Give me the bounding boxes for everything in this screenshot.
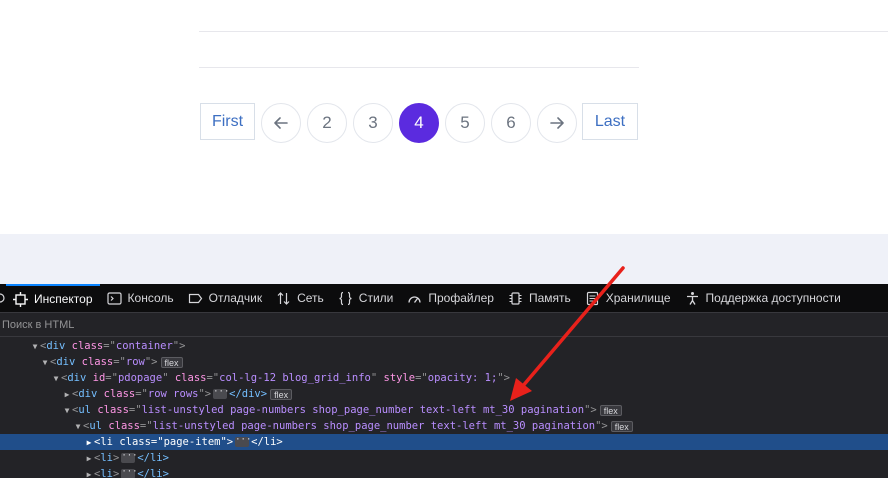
collapse-toggle-icon[interactable]: ▶ (84, 451, 94, 467)
devtools-panel: Инспектор Консоль Отладчик Сеть Стили Пр… (0, 283, 888, 478)
html-search-bar (0, 313, 888, 337)
collapse-toggle-icon[interactable]: ▶ (62, 387, 72, 403)
page-button-3[interactable]: 3 (353, 103, 393, 143)
collapse-toggle-icon[interactable]: ▶ (84, 467, 94, 478)
tab-network[interactable]: Сеть (269, 284, 331, 313)
arrow-left-icon (271, 113, 291, 133)
expand-toggle-icon[interactable]: ▼ (73, 419, 83, 435)
tab-label: Инспектор (34, 292, 93, 306)
html-search-input[interactable] (2, 317, 302, 333)
markup-node[interactable]: ▶ <div class="row rows"> ···</div> flex (0, 386, 888, 402)
flex-badge[interactable]: flex (610, 420, 633, 432)
tab-label: Профайлер (428, 291, 494, 305)
tab-label: Стили (358, 291, 394, 305)
tab-memory[interactable]: Память (501, 284, 578, 313)
tab-style-editor[interactable]: Стили (331, 284, 401, 313)
accessibility-icon (685, 291, 700, 306)
markup-node[interactable]: ▼ <div class="container"> (0, 338, 888, 354)
tab-console[interactable]: Консоль (100, 284, 181, 313)
profiler-icon (407, 291, 422, 306)
markup-node[interactable]: ▶ <li> ···</li> (0, 466, 888, 478)
next-page-button[interactable] (537, 103, 577, 143)
network-icon (276, 291, 291, 306)
tab-inspector[interactable]: Инспектор (6, 283, 100, 313)
page-footer-band (0, 234, 888, 284)
page-button-5[interactable]: 5 (445, 103, 485, 143)
tab-accessibility[interactable]: Поддержка доступности (678, 284, 848, 313)
expand-toggle-icon[interactable]: ▼ (62, 403, 72, 419)
expand-toggle-icon[interactable]: ▼ (30, 339, 40, 355)
markup-node[interactable]: ▼ <div id="pdopage" class="col-lg-12 blog… (0, 370, 888, 386)
devtools-toolbar: Инспектор Консоль Отладчик Сеть Стили Пр… (0, 283, 888, 313)
style-editor-icon (338, 291, 353, 306)
tab-label: Консоль (127, 291, 174, 305)
markup-node[interactable]: ▼ <ul class="list-unstyled page-numbers s… (0, 418, 888, 434)
inspector-icon (13, 291, 28, 307)
memory-icon (508, 291, 523, 306)
divider (199, 67, 639, 68)
ellipsis-icon[interactable]: ··· (121, 468, 138, 478)
tab-label: Хранилище (605, 291, 671, 305)
flex-badge[interactable]: flex (270, 388, 293, 400)
tab-debugger[interactable]: Отладчик (181, 284, 269, 313)
expand-toggle-icon[interactable]: ▼ (51, 371, 61, 387)
divider (199, 31, 888, 32)
flex-badge[interactable]: flex (599, 404, 622, 416)
collapse-toggle-icon[interactable]: ▶ (84, 435, 94, 451)
first-page-button[interactable]: First (200, 103, 255, 140)
page-content: First 2 3 4 5 6 Last (0, 0, 888, 234)
ellipsis-icon[interactable]: ··· (235, 436, 251, 447)
page-button-4-active[interactable]: 4 (399, 103, 439, 143)
expand-toggle-icon[interactable]: ▼ (40, 355, 50, 371)
tab-label: Память (528, 291, 571, 305)
tab-label: Сеть (297, 291, 324, 305)
markup-node-selected[interactable]: ▶ <li class="page-item"> ···</li> (0, 434, 888, 450)
flex-badge[interactable]: flex (160, 356, 183, 368)
tab-label: Отладчик (208, 291, 263, 305)
debugger-icon (188, 291, 203, 306)
prev-page-button[interactable] (261, 103, 301, 143)
markup-tree: ▼ <div class="container"> ▼ <div class="ro… (0, 338, 888, 478)
storage-icon (585, 291, 600, 306)
page-button-2[interactable]: 2 (307, 103, 347, 143)
ellipsis-icon[interactable]: ··· (213, 388, 229, 399)
arrow-right-icon (547, 113, 567, 133)
tab-profiler[interactable]: Профайлер (400, 284, 501, 313)
last-page-button[interactable]: Last (582, 103, 638, 140)
markup-node[interactable]: ▶ <li> ···</li> (0, 450, 888, 466)
tab-storage[interactable]: Хранилище (578, 284, 678, 313)
markup-node[interactable]: ▼ <ul class="list-unstyled page-numbers s… (0, 402, 888, 418)
page-button-6[interactable]: 6 (491, 103, 531, 143)
markup-node[interactable]: ▼ <div class="row"> flex (0, 354, 888, 370)
ellipsis-icon[interactable]: ··· (121, 452, 138, 463)
tab-label: Поддержка доступности (705, 291, 841, 305)
console-icon (106, 291, 122, 306)
